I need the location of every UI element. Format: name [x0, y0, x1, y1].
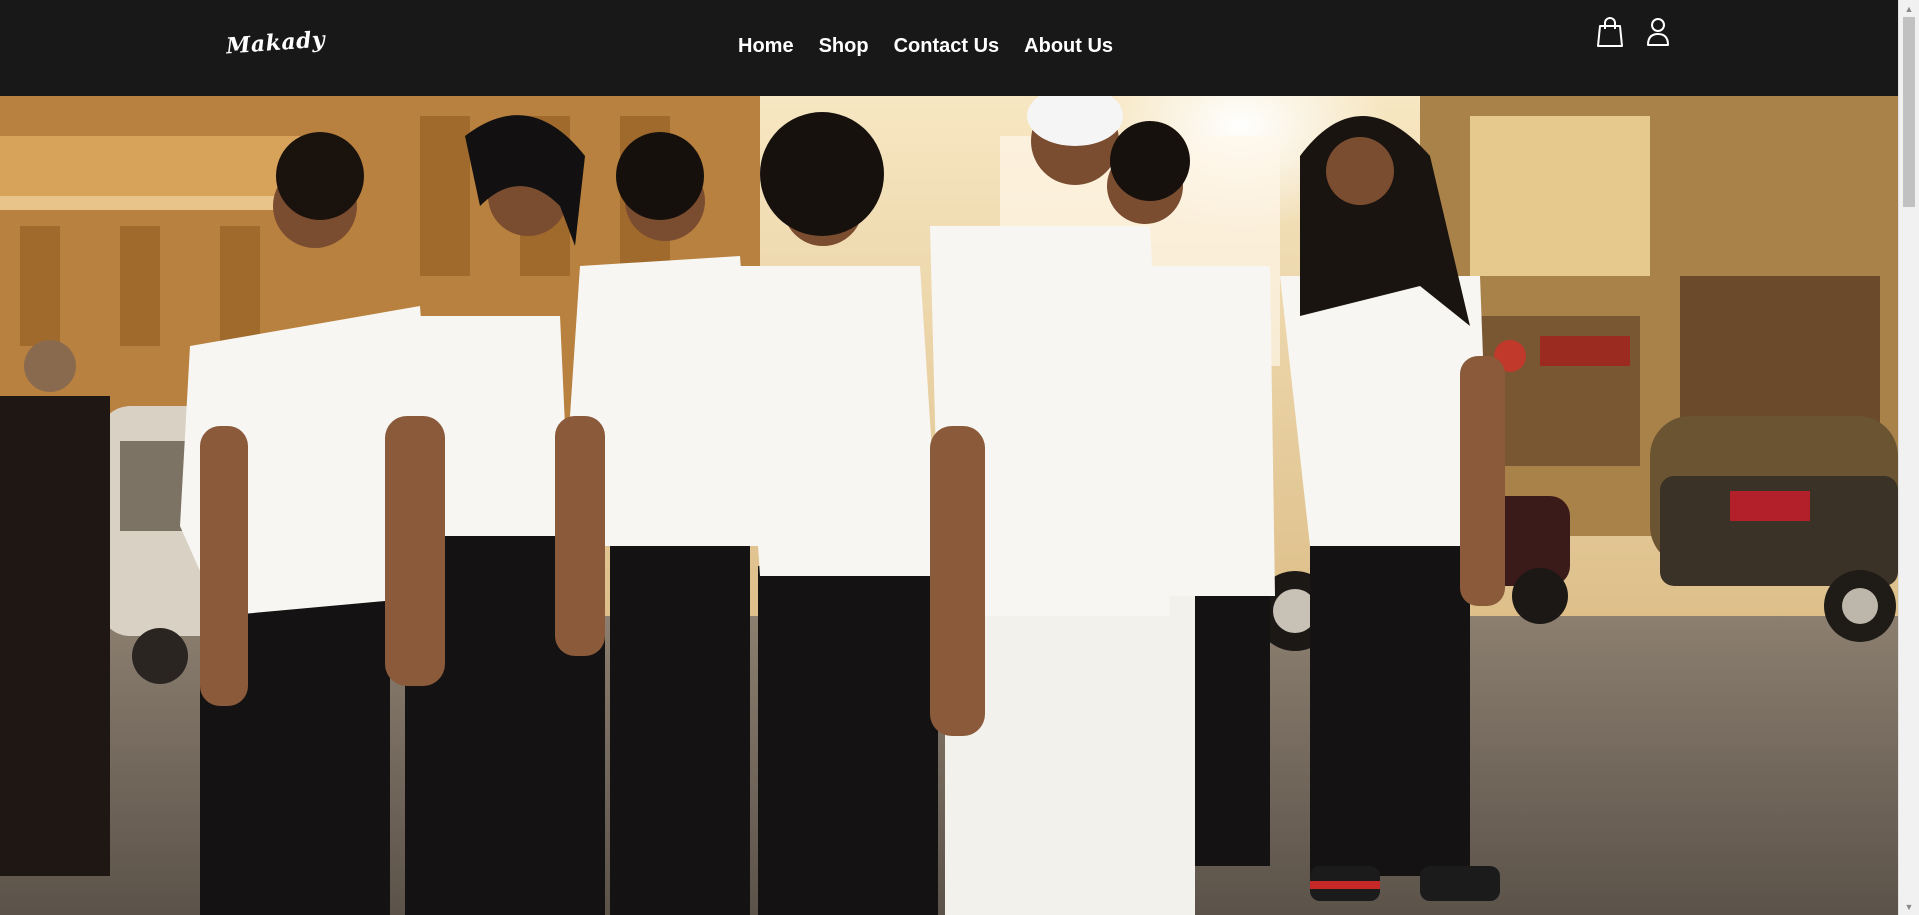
brand-logo[interactable]: Makady	[225, 27, 326, 60]
nav-shop[interactable]: Shop	[819, 32, 869, 60]
scroll-down-arrow-icon[interactable]: ▼	[1899, 898, 1919, 915]
scroll-up-arrow-icon[interactable]: ▲	[1899, 0, 1919, 17]
main-nav: Home Shop Contact Us About Us	[738, 32, 1113, 60]
cart-button[interactable]	[1594, 15, 1626, 49]
shopping-bag-icon	[1597, 17, 1623, 47]
hero-image	[0, 96, 1898, 915]
account-button[interactable]	[1642, 15, 1674, 49]
nav-about-us[interactable]: About Us	[1024, 32, 1113, 60]
scrollbar-thumb[interactable]	[1903, 17, 1915, 207]
nav-contact-us[interactable]: Contact Us	[894, 32, 1000, 60]
vertical-scrollbar[interactable]: ▲ ▼	[1898, 0, 1919, 915]
hero-photo-illustration	[0, 96, 1898, 915]
site-header: Makady Home Shop Contact Us About Us	[0, 0, 1898, 96]
user-icon	[1647, 18, 1669, 46]
nav-home[interactable]: Home	[738, 32, 794, 60]
page: Makady Home Shop Contact Us About Us ▲ ▼	[0, 0, 1919, 915]
